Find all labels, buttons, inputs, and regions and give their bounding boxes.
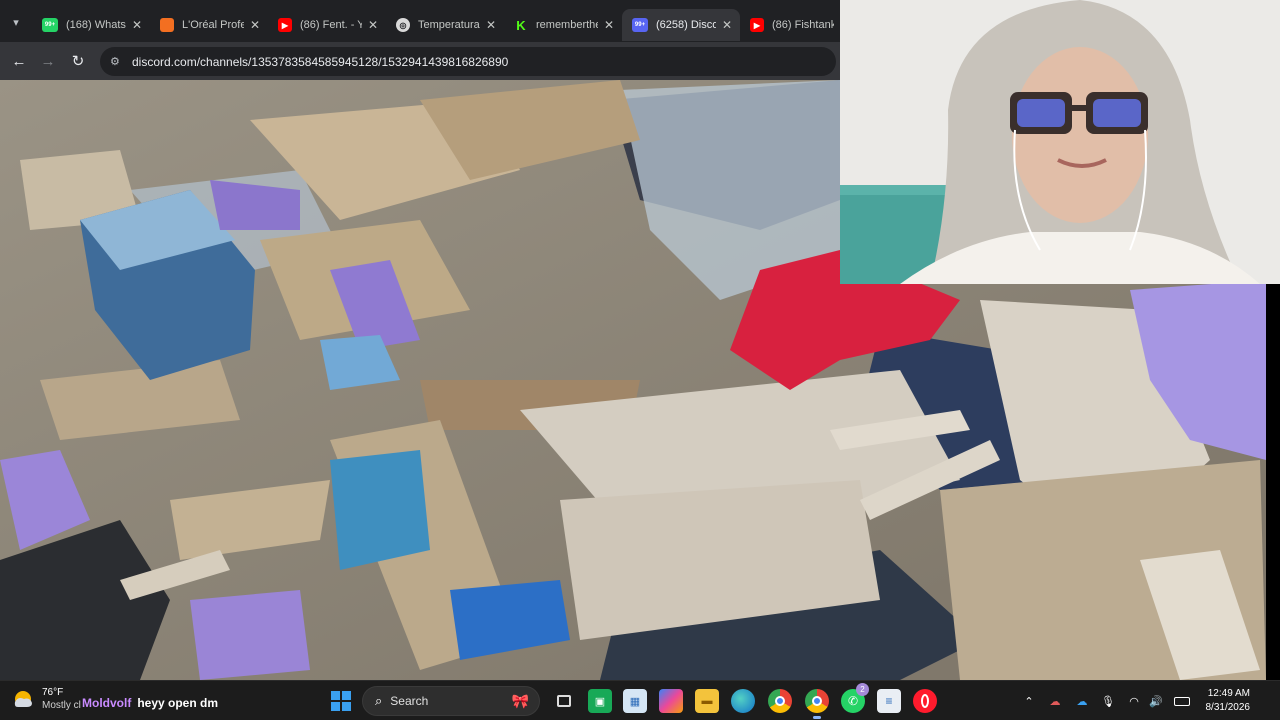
tray-app-icon[interactable]: ☁ [1047, 693, 1063, 709]
wifi-button[interactable]: ◠ [1126, 693, 1142, 709]
weather-widget[interactable]: 76°F Mostly cl [12, 686, 81, 712]
battery-icon [1174, 696, 1190, 706]
browser-tab[interactable]: 99+ (6258) Discor ✕ [622, 9, 740, 41]
tab-title: (86) Fishtank [772, 19, 834, 31]
browser-tab[interactable]: L'Oréal Profe ✕ [150, 9, 268, 41]
chrome-icon [812, 696, 822, 706]
clock-date: 8/31/2026 [1205, 702, 1251, 713]
browser-toolbar: ← → ↻ ⚙ discord.com/channels/13537835845… [0, 42, 840, 80]
tab-title: (86) Fent. - Yo [300, 19, 362, 31]
address-bar[interactable]: ⚙ discord.com/channels/13537835845859451… [100, 47, 836, 76]
clock-time: 12:49 AM [1207, 688, 1250, 699]
opera-icon [921, 694, 929, 708]
url-text[interactable]: discord.com/channels/1353783584585945128… [132, 55, 508, 69]
task-view-button[interactable] [552, 689, 576, 713]
close-icon[interactable]: ✕ [130, 18, 144, 32]
onedrive-button[interactable]: ☁ [1074, 693, 1090, 709]
start-button[interactable] [329, 689, 353, 713]
notification-badge: 2 [856, 683, 869, 696]
close-icon[interactable]: ✕ [484, 18, 498, 32]
notepad-icon: ≡ [885, 694, 893, 708]
taskbar-app-chrome-2[interactable] [805, 689, 829, 719]
youtube-icon: ▶ [750, 18, 764, 32]
taskbar-app-chrome[interactable] [768, 689, 792, 713]
taskbar-search[interactable]: ⌕ Search 🎀 [362, 686, 540, 716]
onedrive-icon: ☁ [1076, 695, 1088, 708]
search-icon: ⌕ [375, 693, 383, 708]
whatsapp-icon: ✆ [847, 694, 859, 708]
active-indicator [813, 716, 821, 719]
taskbar-app-explorer[interactable]: ▬ [695, 689, 719, 713]
taskbar-app-opera[interactable] [913, 689, 937, 713]
app-icon: ▣ [594, 695, 606, 708]
chevron-up-icon: ⌃ [1024, 695, 1034, 708]
reload-icon: ↻ [71, 53, 85, 70]
chrome-icon [775, 696, 785, 706]
windows-taskbar: 76°F Mostly cl Moldvolf heyy open dm ⌕ Se… [0, 680, 1280, 720]
webcam-overlay [840, 0, 1280, 284]
arrow-left-icon: ← [11, 52, 27, 70]
search-label: Search [390, 694, 429, 708]
windows-logo-icon [331, 691, 351, 711]
battery-button[interactable] [1172, 693, 1192, 709]
tab-title: Temperatura [418, 19, 480, 31]
taskbar-app-notepad[interactable]: ≡ [877, 689, 901, 713]
browser-tab[interactable]: ◎ Temperatura ✕ [386, 9, 504, 41]
taskbar-app-edge[interactable] [731, 689, 755, 713]
chevron-down-icon: ▾ [13, 16, 19, 29]
tab-title: L'Oréal Profe [182, 19, 244, 31]
taskbar-app-copilot[interactable] [659, 689, 683, 713]
tab-search-button[interactable]: ▾ [6, 12, 26, 32]
weather-icon [12, 688, 34, 710]
taskbar-app-photos[interactable]: ▦ [623, 689, 647, 713]
browser-tab[interactable]: ▶ (86) Fent. - Yo ✕ [268, 9, 386, 41]
wifi-icon: ◠ [1129, 695, 1139, 708]
kick-icon: K [516, 17, 526, 33]
microphone-icon: 🎙 [1101, 695, 1115, 708]
browser-tab[interactable]: 99+ (168) WhatsA ✕ [32, 9, 150, 41]
back-button[interactable]: ← [8, 50, 30, 72]
photos-icon: ▦ [629, 695, 641, 708]
close-icon[interactable]: ✕ [602, 18, 616, 32]
volume-button[interactable]: 🔊 [1148, 693, 1164, 709]
browser-window: ▾ 99+ (168) WhatsA ✕ L'Oréal Profe ✕ ▶ (86) Fe… [0, 0, 850, 80]
microphone-button[interactable]: 🎙 [1100, 693, 1116, 709]
search-highlight-icon: 🎀 [511, 693, 529, 709]
taskbar-app-green[interactable]: ▣ [588, 689, 612, 713]
forward-button[interactable]: → [37, 50, 59, 72]
arrow-right-icon: → [40, 52, 56, 70]
site-info-icon[interactable]: ⚙ [110, 55, 126, 68]
close-icon[interactable]: ✕ [720, 18, 734, 32]
browser-tab[interactable]: Krememberthe ✕ [504, 9, 622, 41]
right-edge-border [1266, 284, 1280, 680]
tray-overflow-button[interactable]: ⌃ [1021, 693, 1037, 709]
folder-icon: ▬ [701, 695, 713, 707]
taskbar-app-whatsapp[interactable]: ✆ 2 [841, 683, 869, 713]
chat-username: Moldvolf [82, 696, 132, 710]
tab-title: (6258) Discor [656, 19, 716, 31]
chat-message: heyy open dm [137, 696, 219, 710]
tab-strip: ▾ 99+ (168) WhatsA ✕ L'Oréal Profe ✕ ▶ (86) Fe… [0, 0, 850, 42]
close-icon[interactable]: ✕ [366, 18, 380, 32]
chat-overlay: Moldvolf heyy open dm [82, 696, 218, 710]
weather-condition: Mostly cl [42, 700, 81, 711]
reload-button[interactable]: ↻ [67, 50, 89, 72]
speaker-icon: 🔊 [1149, 695, 1163, 708]
discord-icon: 99+ [632, 18, 648, 32]
close-icon[interactable]: ✕ [248, 18, 262, 32]
openai-icon: ◎ [396, 18, 410, 32]
weather-temp: 76°F [42, 687, 64, 698]
tab-title: rememberthe [536, 19, 598, 31]
loreal-icon [160, 18, 174, 32]
cloud-alert-icon: ☁ [1049, 695, 1061, 708]
tab-title: (168) WhatsA [66, 19, 126, 31]
taskbar-clock[interactable]: 12:49 AM 8/31/2026 [1206, 687, 1251, 715]
whatsapp-icon: 99+ [42, 18, 58, 32]
youtube-icon: ▶ [278, 18, 292, 32]
task-view-icon [557, 695, 571, 707]
